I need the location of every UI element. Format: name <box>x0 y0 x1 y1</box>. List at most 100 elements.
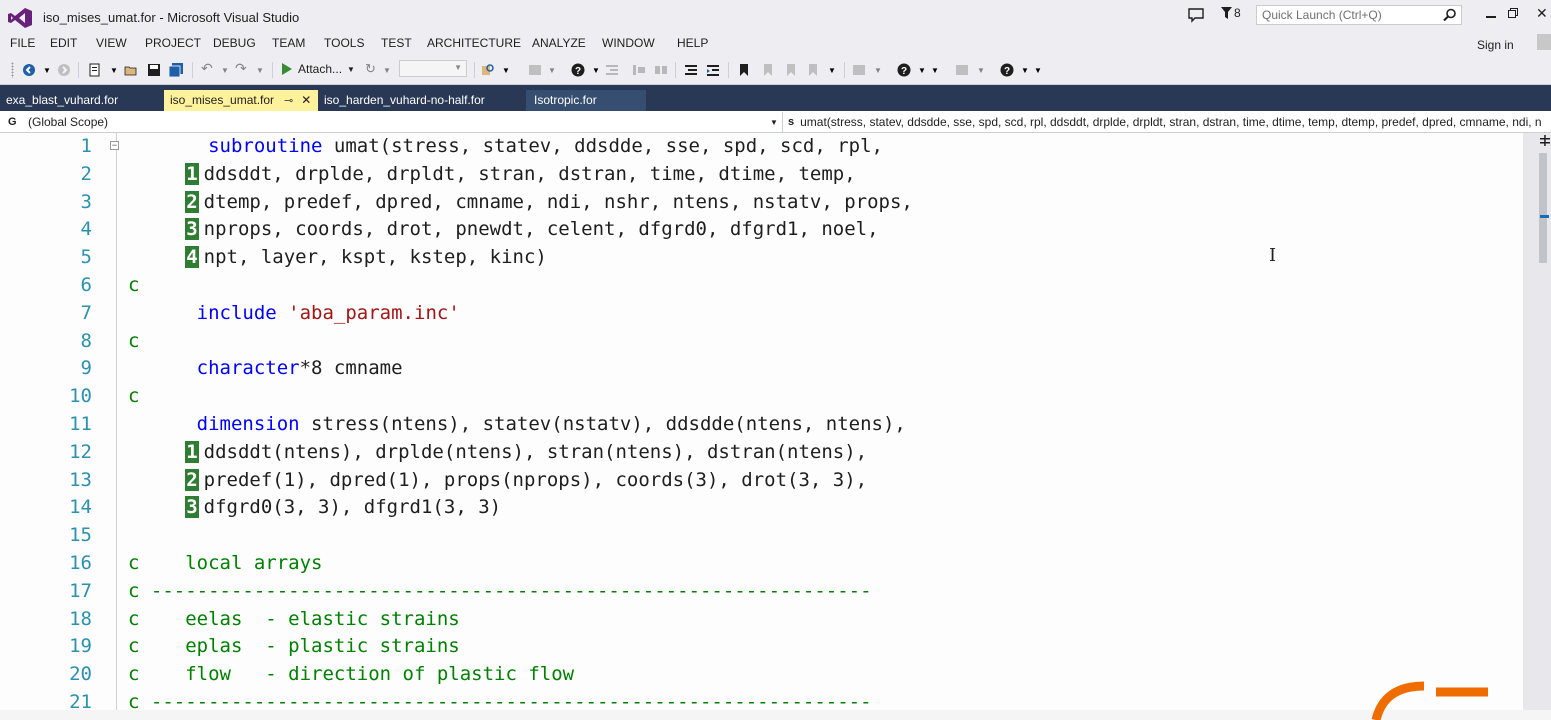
split-window-icon[interactable] <box>1537 133 1551 149</box>
menu-project[interactable]: PROJECT <box>145 36 201 50</box>
help-3-dropdown-icon[interactable]: ▼ <box>1021 66 1035 80</box>
menu-tools[interactable]: TOOLS <box>324 36 364 50</box>
restart-dropdown-icon[interactable]: ▼ <box>383 66 397 80</box>
restore-icon[interactable] <box>1508 8 1518 18</box>
code-area[interactable]: − 1 subroutine umat(stress, statev, ddsd… <box>34 133 1523 713</box>
window-layout-icon[interactable] <box>955 63 969 77</box>
member-dropdown[interactable]: s umat(stress, statev, ddsdde, sse, spd,… <box>788 114 1541 130</box>
code-line[interactable]: 3 2 dtemp, predef, dpred, cmname, ndi, ns… <box>34 189 1523 217</box>
toolbar-grip[interactable] <box>11 62 14 78</box>
code-line[interactable]: 14 3 dfgrd0(3, 3), dfgrd1(3, 3) <box>34 494 1523 522</box>
pin-icon[interactable]: ⊸ <box>284 94 293 107</box>
account-avatar-icon[interactable] <box>1537 34 1551 50</box>
code-line[interactable]: 17 c ------------------------------------… <box>34 578 1523 606</box>
redo-icon[interactable]: ↷ <box>235 60 249 76</box>
find-in-files-icon[interactable] <box>481 63 495 77</box>
code-line[interactable]: 2 1 ddsddt, drplde, drpldt, stran, dstran… <box>34 161 1523 189</box>
code-line[interactable]: 15 <box>34 522 1523 550</box>
tab-iso-mises-umat[interactable]: iso_mises_umat.for ⊸ ✕ <box>164 90 318 111</box>
window-layout-dropdown-icon[interactable]: ▼ <box>977 66 991 80</box>
menu-file[interactable]: FILE <box>10 36 35 50</box>
menu-edit[interactable]: EDIT <box>50 36 77 50</box>
code-line[interactable]: 13 2 predef(1), dpred(1), props(nprops), … <box>34 467 1523 495</box>
minimize-icon[interactable] <box>1486 16 1496 18</box>
layout-icon[interactable] <box>852 63 866 77</box>
previous-bookmark-icon[interactable] <box>761 63 775 77</box>
align-icon[interactable] <box>632 63 646 77</box>
close-tab-icon[interactable]: ✕ <box>301 93 311 107</box>
scope-dropdown[interactable]: G (Global Scope) <box>8 114 770 130</box>
code-line[interactable]: 16 c local arrays <box>34 550 1523 578</box>
quick-launch-input[interactable]: Quick Launch (Ctrl+Q) <box>1256 5 1462 25</box>
navigate-forward-icon[interactable] <box>57 63 71 77</box>
code-token: stress(ntens), statev(nstatv), ddsdde(nt… <box>299 413 906 435</box>
sign-in-link[interactable]: Sign in <box>1477 38 1514 52</box>
format-selection-icon[interactable] <box>684 63 698 77</box>
menu-help[interactable]: HELP <box>677 36 708 50</box>
bookmark-dropdown-icon[interactable]: ▼ <box>828 66 842 80</box>
open-file-icon[interactable] <box>124 63 138 77</box>
code-line[interactable]: 4 3 nprops, coords, drot, pnewdt, celent,… <box>34 216 1523 244</box>
tab-iso-harden-vuhard[interactable]: iso_harden_vuhard-no-half.for <box>318 90 526 111</box>
save-all-icon[interactable] <box>169 63 183 77</box>
code-line[interactable]: 7 include 'aba_param.inc' <box>34 300 1523 328</box>
vertical-scrollbar[interactable] <box>1523 133 1551 710</box>
bookmark-icon[interactable] <box>737 63 751 77</box>
code-line[interactable]: 11 dimension stress(ntens), statev(nstat… <box>34 411 1523 439</box>
code-line[interactable]: 6c <box>34 272 1523 300</box>
find-dropdown-icon[interactable]: ▼ <box>502 66 516 80</box>
help-dropdown-icon[interactable]: ▼ <box>592 66 606 80</box>
new-project-icon[interactable] <box>88 63 102 77</box>
undo-icon[interactable]: ↶ <box>201 60 215 76</box>
toolbar-options-icon-2[interactable]: ▼ <box>1034 66 1048 80</box>
code-line[interactable]: 12 1 ddsddt(ntens), drplde(ntens), stran(… <box>34 439 1523 467</box>
next-bookmark-icon[interactable] <box>784 63 798 77</box>
code-line[interactable]: 5 4 npt, layer, kspt, kstep, kinc) <box>34 244 1523 272</box>
tab-isotropic[interactable]: Isotropic.for <box>526 90 646 111</box>
menu-team[interactable]: TEAM <box>272 36 305 50</box>
save-icon[interactable] <box>147 63 161 77</box>
code-line[interactable]: 19 c eplas - plastic strains <box>34 633 1523 661</box>
redo-dropdown-icon[interactable]: ▼ <box>256 66 270 80</box>
notifications-icon[interactable] <box>1187 7 1205 23</box>
code-line[interactable]: 1 subroutine umat(stress, statev, ddsdde… <box>34 133 1523 161</box>
code-editor[interactable]: − 1 subroutine umat(stress, statev, ddsd… <box>0 133 1551 713</box>
comment-icon[interactable] <box>528 63 542 77</box>
code-text: dimension stress(ntens), statev(nstatv),… <box>128 413 906 435</box>
increase-indent-icon[interactable] <box>706 63 720 77</box>
outdent-icon[interactable] <box>605 63 619 77</box>
undo-dropdown-icon[interactable]: ▼ <box>221 66 235 80</box>
back-dropdown-icon[interactable]: ▼ <box>43 66 57 80</box>
menu-view[interactable]: VIEW <box>96 36 127 50</box>
scope-chevron-down-icon[interactable]: ▼ <box>770 118 778 127</box>
comment-dropdown-icon[interactable]: ▼ <box>548 66 562 80</box>
help-icon-3[interactable]: ? <box>1000 63 1014 77</box>
solution-configuration-combo[interactable]: ▼ <box>399 60 467 77</box>
scrollbar-thumb[interactable] <box>1539 153 1547 263</box>
toolbar-options-icon[interactable]: ▼ <box>931 66 945 80</box>
close-window-icon[interactable]: ✕ <box>1536 5 1548 22</box>
code-line[interactable]: 18 c eelas - elastic strains <box>34 606 1523 634</box>
menu-test[interactable]: TEST <box>381 36 412 50</box>
code-line[interactable]: 9 character*8 cmname <box>34 355 1523 383</box>
help-2-dropdown-icon[interactable]: ▼ <box>918 66 932 80</box>
menu-debug[interactable]: DEBUG <box>213 36 256 50</box>
layout-dropdown-icon[interactable]: ▼ <box>874 66 888 80</box>
attach-button[interactable]: Attach... ▼ <box>281 60 355 78</box>
code-line[interactable]: 10 c <box>34 383 1523 411</box>
code-line[interactable]: 21 c ------------------------------------… <box>34 689 1523 717</box>
help-icon[interactable]: ? <box>571 63 585 77</box>
menu-window[interactable]: WINDOW <box>602 36 655 50</box>
tab-exa-blast-vuhard[interactable]: exa_blast_vuhard.for <box>0 90 162 111</box>
menu-architecture[interactable]: ARCHITECTURE <box>427 36 521 50</box>
navigate-back-icon[interactable] <box>22 63 36 77</box>
clear-bookmarks-icon[interactable] <box>806 63 820 77</box>
code-line[interactable]: 20 c flow - direction of plastic flow <box>34 661 1523 689</box>
distribute-icon[interactable] <box>654 63 668 77</box>
feedback-filter[interactable]: 8 <box>1221 6 1241 20</box>
restart-icon[interactable]: ↻ <box>365 61 379 76</box>
help-icon-2[interactable]: ? <box>897 63 911 77</box>
code-line[interactable]: 8c <box>34 328 1523 356</box>
new-dropdown-icon[interactable]: ▼ <box>110 66 124 80</box>
menu-analyze[interactable]: ANALYZE <box>532 36 586 50</box>
